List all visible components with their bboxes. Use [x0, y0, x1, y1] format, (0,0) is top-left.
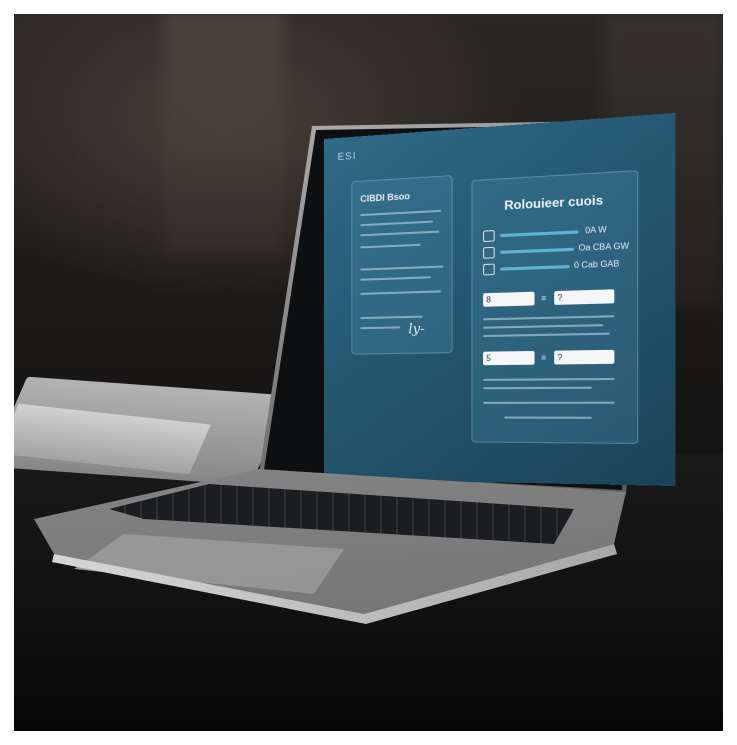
left-document-card: CIBDI Bsoo ly- [351, 175, 453, 355]
progress-bar [500, 247, 575, 254]
text-line [504, 416, 592, 419]
row-icon [483, 246, 495, 259]
input-field[interactable]: 8 [483, 291, 535, 307]
text-line [483, 315, 615, 321]
text-line [360, 315, 423, 320]
input-field[interactable]: 5 [483, 350, 535, 366]
text-line [483, 377, 615, 381]
left-card-title: CIBDI Bsoo [360, 190, 410, 204]
laptop-screen: ESI CIBDI Bsoo ly- Rolouieer cuois 0A W … [324, 112, 676, 487]
text-line [360, 290, 442, 295]
separator: ≡ [541, 293, 547, 304]
progress-bar [500, 230, 579, 238]
screen-logo: ESI [337, 150, 357, 164]
photo-scene: ESI CIBDI Bsoo ly- Rolouieer cuois 0A W … [14, 14, 723, 731]
row-value: 0A W [585, 224, 607, 236]
row-value: Oa CBA GW [578, 241, 630, 253]
text-line [483, 386, 592, 390]
input-field[interactable]: ? [554, 349, 615, 365]
input-field[interactable]: ? [554, 289, 615, 305]
text-line [483, 401, 615, 404]
row-icon [483, 263, 495, 276]
text-line [360, 276, 431, 281]
text-line [360, 209, 442, 217]
text-line [360, 220, 433, 227]
progress-bar [500, 264, 570, 271]
right-form-card: Rolouieer cuois 0A W Oa CBA GW 0 Cab GAB… [471, 170, 639, 445]
row-icon [483, 230, 495, 243]
text-line [360, 230, 440, 237]
text-line [483, 332, 610, 338]
text-line [483, 324, 604, 329]
row-value: 0 Cab GAB [574, 258, 620, 271]
text-line [360, 326, 401, 330]
text-line [360, 265, 444, 271]
separator: ≡ [541, 352, 547, 363]
background-shelf [164, 14, 284, 254]
signature: ly- [408, 321, 425, 338]
right-card-title: Rolouieer cuois [504, 192, 604, 213]
text-line [360, 243, 421, 249]
